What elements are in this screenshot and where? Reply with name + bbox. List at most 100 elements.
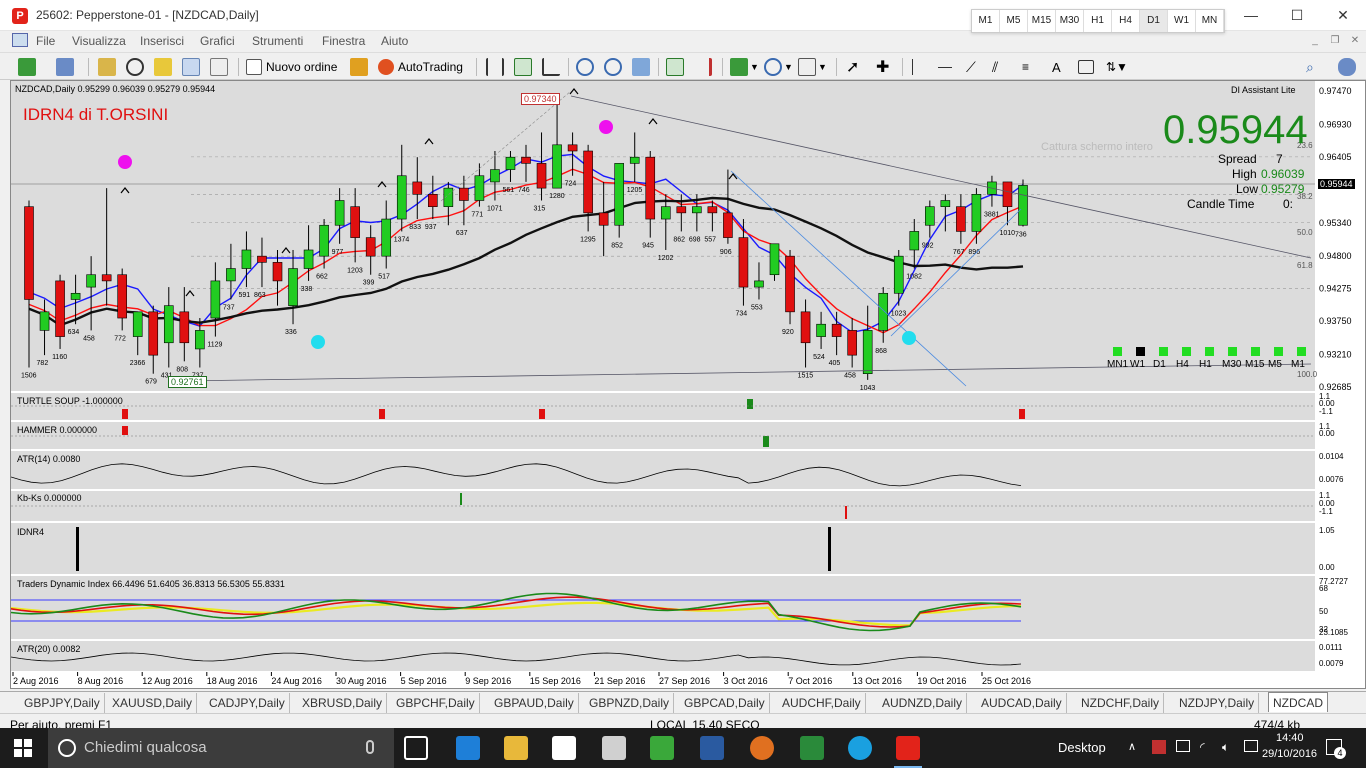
line-chart-button[interactable] <box>542 57 560 77</box>
subwindow-axis-label: 0.0111 <box>1319 643 1343 652</box>
text-tool[interactable]: A <box>1052 57 1061 77</box>
chart-tab[interactable]: GBPJPY,Daily <box>20 693 105 713</box>
search-button[interactable]: ⌕ <box>1306 57 1314 77</box>
keyboard-icon[interactable] <box>1244 740 1258 752</box>
tile-windows-button[interactable] <box>632 57 650 77</box>
new-order-button[interactable]: Nuovo ordine <box>246 57 337 77</box>
mdi-restore-icon[interactable]: ❐ <box>1328 35 1342 47</box>
timeframe-h4[interactable]: H4 <box>1112 10 1140 32</box>
file-explorer-icon[interactable] <box>504 736 528 760</box>
firefox-icon[interactable] <box>750 736 774 760</box>
metatrader-icon[interactable] <box>896 736 920 760</box>
periods-button[interactable]: ▼ <box>764 57 793 77</box>
horizontal-line-tool[interactable] <box>938 57 952 77</box>
chat-button[interactable] <box>1338 57 1356 77</box>
autotrading-button[interactable]: AutoTrading <box>378 57 463 77</box>
terminal-button[interactable] <box>182 57 200 77</box>
chart-tab[interactable]: GBPAUD,Daily <box>490 693 579 713</box>
autoscroll-icon <box>666 58 684 76</box>
metaeditor-button[interactable] <box>350 57 368 77</box>
timeframe-w1[interactable]: W1 <box>1168 10 1196 32</box>
chart-tab[interactable]: CADJPY,Daily <box>205 693 290 713</box>
menu-inserisci[interactable]: Inserisci <box>140 34 184 48</box>
zoom-out-button[interactable] <box>604 57 622 77</box>
timeframe-m15[interactable]: M15 <box>1028 10 1056 32</box>
remote-desktop-icon[interactable] <box>700 736 724 760</box>
wifi-icon[interactable]: ◜ <box>1200 740 1205 754</box>
chart-tab[interactable]: GBPCAD,Daily <box>680 693 770 713</box>
minimize-button[interactable]: — <box>1228 0 1274 31</box>
menu-visualizza[interactable]: Visualizza <box>72 34 126 48</box>
chart-tab[interactable]: XBRUSD,Daily <box>298 693 388 713</box>
autoscroll-button[interactable] <box>666 57 684 77</box>
menu-aiuto[interactable]: Aiuto <box>381 34 408 48</box>
timeframe-mn[interactable]: MN <box>1196 10 1224 32</box>
vertical-line-tool[interactable] <box>912 57 913 77</box>
chart-tab[interactable]: NZDJPY,Daily <box>1175 693 1260 713</box>
price-chart[interactable]: 23.638.250.061.8100.0 15067821160634458 7… <box>11 81 1366 690</box>
chart-tab[interactable]: AUDCHF,Daily <box>778 693 866 713</box>
chart-shift-button[interactable] <box>694 57 712 77</box>
menu-grafici[interactable]: Grafici <box>200 34 235 48</box>
search-box[interactable]: Chiedimi qualcosa <box>48 728 394 768</box>
task-view-icon[interactable] <box>404 736 428 760</box>
close-button[interactable]: ✕ <box>1320 0 1366 31</box>
chart-tab[interactable]: NZDCHF,Daily <box>1077 693 1164 713</box>
navigator-button[interactable] <box>154 57 172 77</box>
cursor-tool[interactable]: ➚ <box>846 57 859 77</box>
trendline-tool[interactable]: ⟋ <box>966 57 976 77</box>
maximize-button[interactable]: ☐ <box>1274 0 1320 31</box>
templates-button[interactable]: ▼ <box>798 57 827 77</box>
microphone-icon[interactable] <box>366 740 374 754</box>
chart-tab[interactable]: AUDNZD,Daily <box>878 693 968 713</box>
menu-finestra[interactable]: Finestra <box>322 34 365 48</box>
fib-level-label: 100.0 <box>1297 370 1318 379</box>
chart-window[interactable]: 23.6 38.2 50.0 61.8 100.0 1506 782 1160 634 458 7… <box>10 80 1366 689</box>
timeframe-m1[interactable]: M1 <box>972 10 1000 32</box>
windows-start-button[interactable] <box>14 739 32 757</box>
tray-monitor-icon[interactable] <box>1176 740 1190 752</box>
chart-tab[interactable]: GBPCHF,Daily <box>392 693 480 713</box>
fibonacci-tool[interactable]: ≡ <box>1022 57 1029 77</box>
mdi-minimize-icon[interactable]: _ <box>1308 35 1322 47</box>
profiles-button[interactable] <box>56 57 74 77</box>
market-watch-button[interactable] <box>98 57 116 77</box>
clock-time[interactable]: 14:40 <box>1276 732 1304 744</box>
indicators-button[interactable]: ▼ <box>730 57 759 77</box>
timeframe-m5[interactable]: M5 <box>1000 10 1028 32</box>
bearish-candle <box>738 237 749 288</box>
tester-button[interactable] <box>210 57 228 77</box>
tray-chevron-icon[interactable]: ∧ <box>1128 740 1136 753</box>
timeframe-m30[interactable]: M30 <box>1056 10 1084 32</box>
chart-tab[interactable]: NZDCAD <box>1268 692 1328 712</box>
money-app-icon[interactable] <box>650 736 674 760</box>
label-tool[interactable] <box>1078 57 1094 77</box>
desktop-toolbar[interactable]: Desktop <box>1058 740 1106 755</box>
antivirus-icon[interactable] <box>1152 740 1166 754</box>
edge-icon[interactable] <box>456 736 480 760</box>
arrows-tool[interactable]: ⇅▼ <box>1106 57 1128 77</box>
chart-tab[interactable]: XAUUSD,Daily <box>108 693 198 713</box>
new-chart-button[interactable] <box>18 57 36 77</box>
skype-icon[interactable] <box>848 736 872 760</box>
channel-tool[interactable]: ⫽ <box>992 57 998 77</box>
spreadsheet-icon[interactable] <box>800 736 824 760</box>
title-bar: P 25602: Pepperstone-01 - [NZDCAD,Daily]… <box>0 0 1366 33</box>
chart-window-icon[interactable] <box>12 33 28 47</box>
chart-tab[interactable]: GBPNZD,Daily <box>585 693 675 713</box>
zoom-in-button[interactable] <box>576 57 594 77</box>
clock-date[interactable]: 29/10/2016 <box>1262 748 1317 760</box>
mdi-close-icon[interactable]: ✕ <box>1348 35 1362 47</box>
menu-strumenti[interactable]: Strumenti <box>252 34 303 48</box>
candlestick-button[interactable] <box>514 57 532 77</box>
bar-chart-button[interactable] <box>486 57 504 77</box>
store-icon[interactable] <box>552 736 576 760</box>
timeframe-d1[interactable]: D1 <box>1140 10 1168 32</box>
chart-tab[interactable]: AUDCAD,Daily <box>977 693 1067 713</box>
snipping-tool-icon[interactable] <box>602 736 626 760</box>
volume-icon[interactable]: 🔈︎ <box>1222 740 1229 755</box>
menu-file[interactable]: File <box>36 34 55 48</box>
crosshair-tool[interactable]: ✚ <box>876 57 889 77</box>
data-window-button[interactable] <box>126 57 144 77</box>
timeframe-h1[interactable]: H1 <box>1084 10 1112 32</box>
